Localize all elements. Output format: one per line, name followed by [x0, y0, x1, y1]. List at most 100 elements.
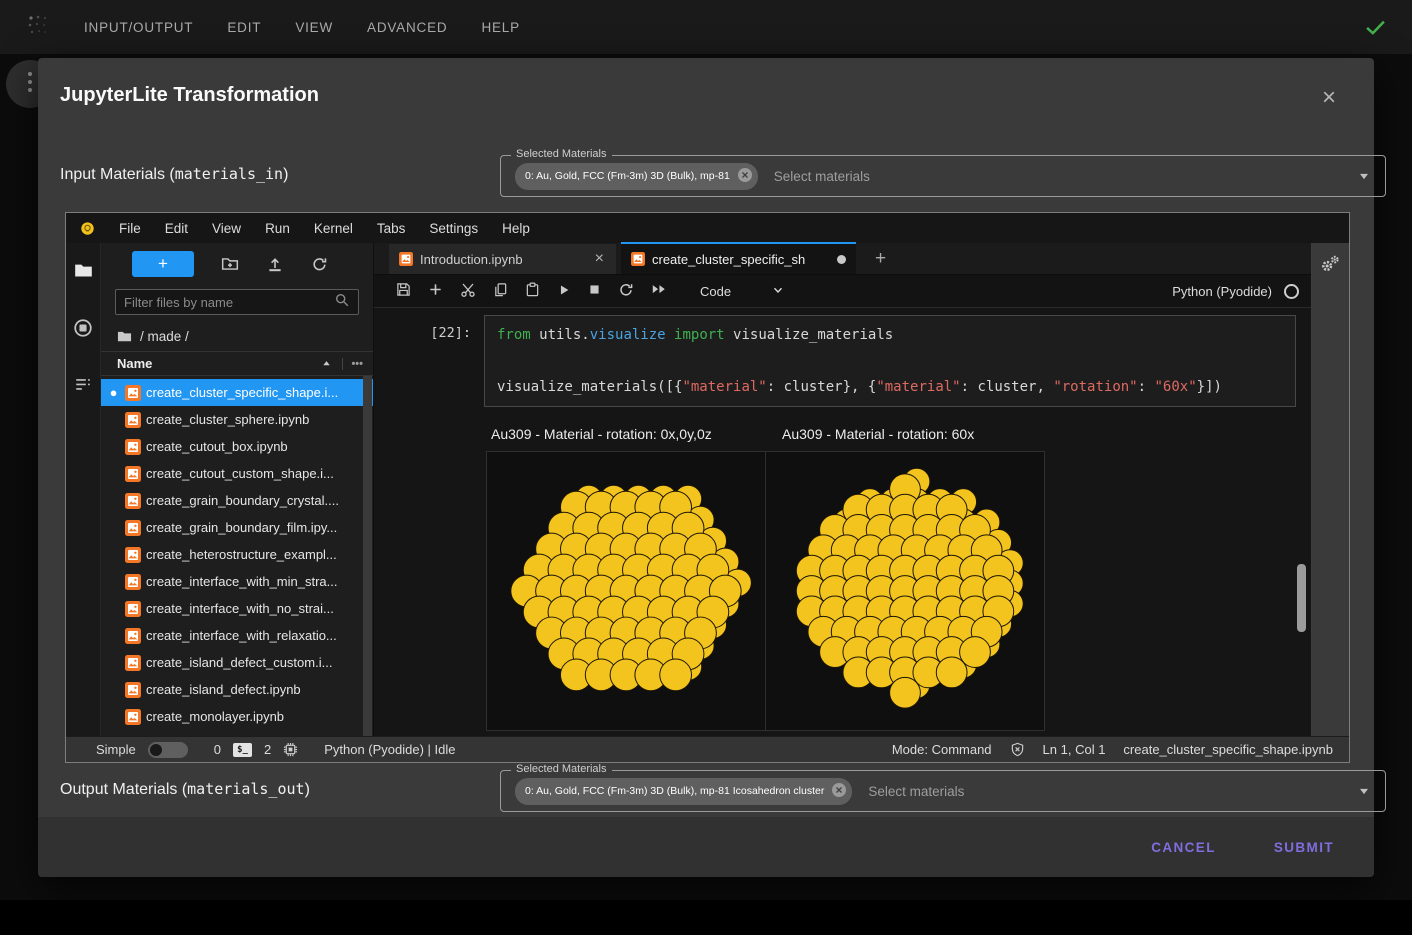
- cell-type-select[interactable]: Code: [700, 283, 785, 300]
- input-label-text: Input Materials (: [60, 166, 175, 183]
- run-button[interactable]: [557, 283, 571, 300]
- dropdown-caret-icon[interactable]: [1357, 784, 1371, 798]
- code-token: "material": [682, 379, 766, 395]
- stop-button[interactable]: [588, 283, 601, 299]
- appbar-menu-edit[interactable]: EDIT: [221, 14, 267, 41]
- chip-remove-icon[interactable]: [737, 167, 753, 186]
- material-visualization-pane[interactable]: [486, 451, 766, 731]
- notebook-content: [22]: from utils.visualize import visual…: [374, 308, 1311, 736]
- code-cell[interactable]: [22]: from utils.visualize import visual…: [374, 315, 1311, 407]
- file-item[interactable]: create_island_defect.ipynb: [101, 676, 373, 703]
- file-list-header[interactable]: Name •••: [101, 351, 373, 376]
- file-item[interactable]: create_grain_boundary_film.ipy...: [101, 514, 373, 541]
- jupyter-menu-help[interactable]: Help: [490, 221, 542, 236]
- code-token: : cluster,: [961, 379, 1054, 395]
- notebook-tab[interactable]: create_cluster_specific_sh: [621, 242, 856, 274]
- chip-remove-icon[interactable]: [831, 782, 847, 801]
- app-logo-icon[interactable]: [26, 13, 50, 42]
- file-item[interactable]: create_interface_with_min_stra...: [101, 568, 373, 595]
- jupyter-menu-file[interactable]: File: [107, 221, 153, 236]
- file-item[interactable]: ●create_cluster_specific_shape.i...: [101, 379, 373, 406]
- code-editor[interactable]: from utils.visualize import visualize_ma…: [484, 315, 1296, 407]
- cancel-button[interactable]: CANCEL: [1139, 832, 1228, 863]
- new-tab-button[interactable]: +: [869, 248, 892, 270]
- cut-cells-button[interactable]: [460, 282, 476, 301]
- name-column-header[interactable]: Name: [117, 356, 152, 371]
- table-of-contents-tab-icon[interactable]: [74, 376, 92, 394]
- file-item[interactable]: create_interface_with_relaxatio...: [101, 622, 373, 649]
- gold-cluster-visualization[interactable]: [487, 452, 765, 730]
- close-dialog-icon[interactable]: ×: [1314, 82, 1344, 114]
- refresh-file-list-button[interactable]: [311, 256, 328, 273]
- app-bar: INPUT/OUTPUT EDIT VIEW ADVANCED HELP: [0, 0, 1412, 54]
- file-item[interactable]: create_island_defect_custom.i...: [101, 649, 373, 676]
- column-options-icon[interactable]: •••: [342, 358, 363, 370]
- notebook-file-icon: [125, 655, 141, 671]
- breadcrumb[interactable]: / made /: [101, 321, 373, 351]
- activity-bar: [66, 243, 101, 736]
- command-mode-indicator[interactable]: Mode: Command: [892, 742, 992, 757]
- close-tab-icon[interactable]: ×: [593, 250, 606, 268]
- new-folder-button[interactable]: [221, 255, 239, 273]
- material-chip[interactable]: 0: Au, Gold, FCC (Fm-3m) 3D (Bulk), mp-8…: [515, 778, 852, 805]
- notebook-file-icon: [125, 709, 141, 725]
- jupyter-menu-kernel[interactable]: Kernel: [302, 221, 365, 236]
- file-item[interactable]: create_cutout_custom_shape.i...: [101, 460, 373, 487]
- not-trusted-shield-icon[interactable]: [1010, 742, 1025, 757]
- notebook-scrollbar[interactable]: [1297, 564, 1306, 632]
- jupyter-menu-run[interactable]: Run: [253, 221, 302, 236]
- dropdown-caret-icon[interactable]: [1357, 169, 1371, 183]
- input-materials-picker[interactable]: Selected Materials 0: Au, Gold, FCC (Fm-…: [500, 155, 1386, 197]
- running-kernels-tab-icon[interactable]: [73, 318, 93, 338]
- kernel-status-text[interactable]: Python (Pyodide) | Idle: [324, 742, 455, 757]
- simple-mode-toggle[interactable]: [148, 742, 188, 758]
- jupyter-menu-settings[interactable]: Settings: [417, 221, 490, 236]
- notebook-file-icon: [125, 601, 141, 617]
- submit-button[interactable]: SUBMIT: [1262, 832, 1346, 863]
- jupyter-menu-tabs[interactable]: Tabs: [365, 221, 418, 236]
- settings-gears-icon[interactable]: [1320, 255, 1341, 736]
- file-item[interactable]: create_cluster_sphere.ipynb: [101, 406, 373, 433]
- restart-run-all-button[interactable]: [651, 282, 667, 299]
- save-button[interactable]: [396, 282, 411, 300]
- file-item[interactable]: create_interface_with_no_strai...: [101, 595, 373, 622]
- filter-files-input[interactable]: [124, 295, 334, 310]
- file-name: create_cutout_custom_shape.i...: [146, 466, 334, 481]
- restart-kernel-button[interactable]: [618, 282, 634, 301]
- jupyter-menu-view[interactable]: View: [200, 221, 253, 236]
- appbar-menu-help[interactable]: HELP: [475, 14, 525, 41]
- output-materials-picker[interactable]: Selected Materials 0: Au, Gold, FCC (Fm-…: [500, 770, 1386, 812]
- terminal-icon[interactable]: $_: [233, 743, 252, 757]
- file-name: create_interface_with_relaxatio...: [146, 628, 337, 643]
- search-icon: [334, 292, 350, 313]
- cursor-position[interactable]: Ln 1, Col 1: [1043, 742, 1106, 757]
- cut-icon: [460, 282, 476, 301]
- notebook-tab[interactable]: Introduction.ipynb×: [389, 244, 616, 274]
- gold-cluster-visualization[interactable]: [766, 452, 1044, 730]
- code-token: visualize_materials([{: [497, 379, 682, 395]
- file-item[interactable]: create_grain_boundary_crystal....: [101, 487, 373, 514]
- new-launcher-button[interactable]: +: [132, 251, 194, 277]
- add-cell-button[interactable]: [428, 282, 443, 300]
- output-title: Au309 - Material - rotation: 60x: [766, 417, 1046, 451]
- file-item[interactable]: create_monolayer.ipynb: [101, 703, 373, 730]
- material-chip[interactable]: 0: Au, Gold, FCC (Fm-3m) 3D (Bulk), mp-8…: [515, 163, 758, 190]
- upload-button[interactable]: [266, 255, 284, 273]
- cell-outputs: Au309 - Material - rotation: 0x,0y,0zAu3…: [486, 417, 1311, 731]
- appbar-menu-view[interactable]: VIEW: [289, 14, 339, 41]
- file-list-scrollbar[interactable]: [363, 376, 372, 736]
- file-item[interactable]: create_heterostructure_exampl...: [101, 541, 373, 568]
- appbar-menu-advanced[interactable]: ADVANCED: [361, 14, 453, 41]
- kernel-indicator[interactable]: Python (Pyodide): [1172, 284, 1299, 299]
- jupyter-menu-edit[interactable]: Edit: [153, 221, 200, 236]
- kernel-chip-icon[interactable]: [283, 742, 298, 757]
- input-label-code: materials_in: [175, 165, 283, 183]
- file-browser-tab-icon[interactable]: [74, 261, 93, 280]
- appbar-menu-input-output[interactable]: INPUT/OUTPUT: [78, 14, 199, 41]
- status-bar: Simple 0 $_ 2 Python (Pyodide) | Idle Mo…: [66, 736, 1349, 762]
- material-visualization-pane[interactable]: [765, 451, 1045, 731]
- stop-icon: [588, 283, 601, 299]
- file-item[interactable]: create_cutout_box.ipynb: [101, 433, 373, 460]
- paste-cells-button[interactable]: [525, 282, 540, 300]
- copy-cells-button[interactable]: [493, 282, 508, 300]
